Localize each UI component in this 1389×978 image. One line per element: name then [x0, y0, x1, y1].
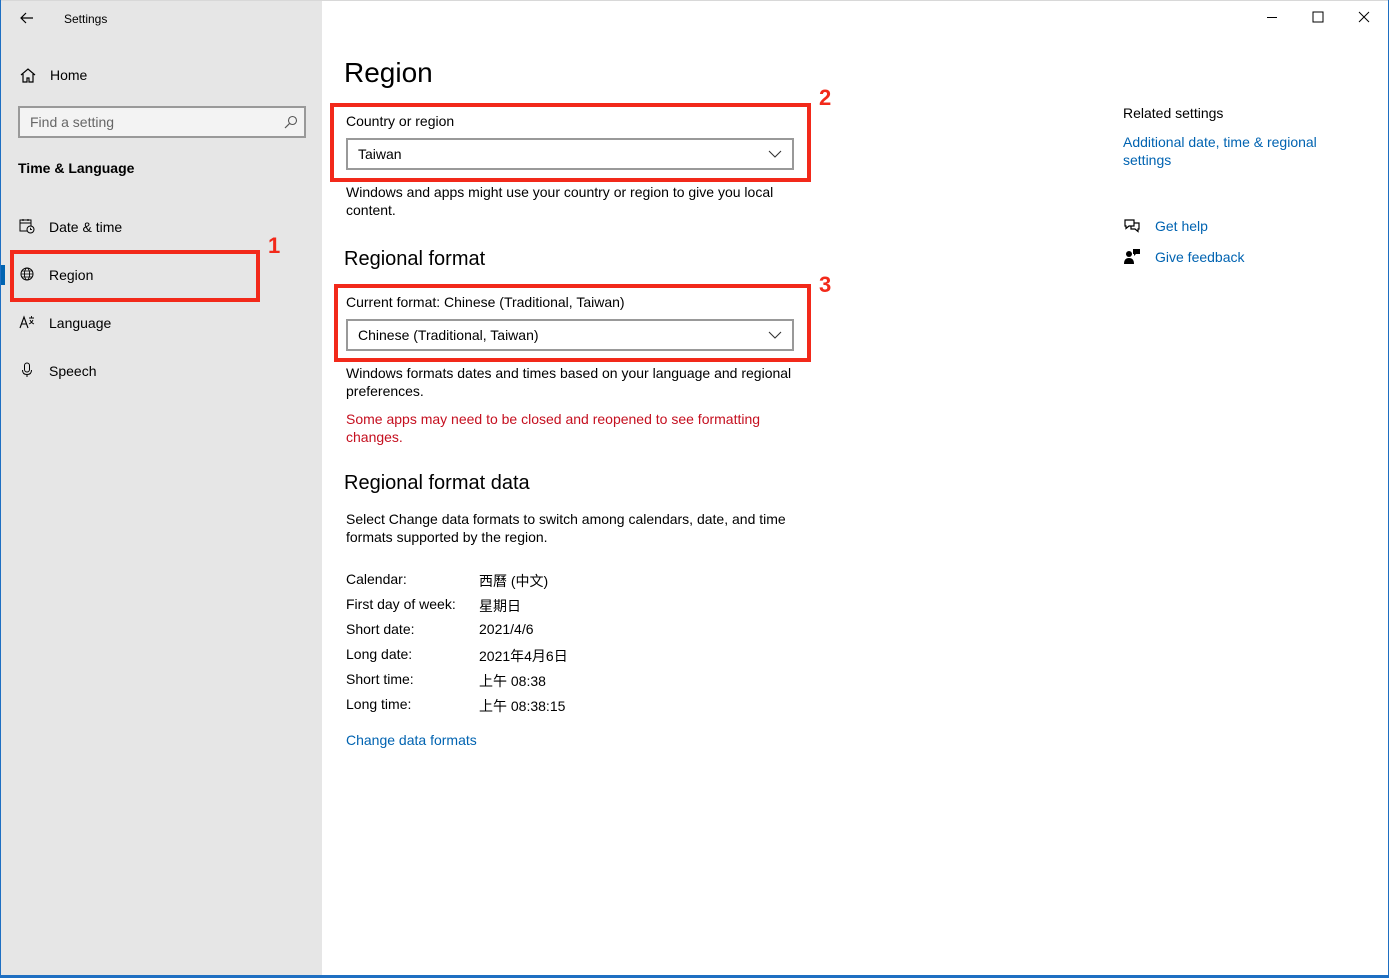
format-value: 上午 08:38	[479, 673, 546, 689]
format-row-short-date: Short date: 2021/4/6	[346, 621, 646, 641]
related-settings-title: Related settings	[1123, 105, 1224, 121]
format-row-short-time: Short time: 上午 08:38	[346, 671, 646, 691]
annotation-box-1	[10, 250, 260, 302]
sidebar-item-home[interactable]: Home	[1, 57, 322, 93]
change-data-formats-link[interactable]: Change data formats	[346, 731, 546, 749]
back-arrow-icon	[20, 12, 33, 24]
minimize-icon	[1267, 17, 1277, 18]
maximize-icon	[1312, 11, 1324, 23]
back-button[interactable]	[13, 7, 41, 29]
settings-window: Settings Home Find a setting Time & Lang…	[1, 0, 1388, 975]
format-value: 上午 08:38:15	[479, 698, 566, 714]
sidebar-item-label: Speech	[49, 363, 97, 379]
format-key: Short time:	[346, 671, 414, 687]
sidebar: Settings Home Find a setting Time & Lang…	[1, 1, 322, 975]
sidebar-item-label: Date & time	[49, 219, 123, 235]
search-placeholder: Find a setting	[30, 114, 115, 130]
sidebar-item-label: Home	[50, 67, 88, 83]
format-row-first-day: First day of week: 星期日	[346, 596, 646, 616]
close-icon	[1358, 11, 1370, 23]
selection-indicator	[1, 265, 5, 285]
close-button[interactable]	[1341, 1, 1387, 33]
format-key: Short date:	[346, 621, 415, 637]
format-key: Calendar:	[346, 571, 407, 587]
format-value: 西曆 (中文)	[479, 573, 549, 589]
calendar-clock-icon	[19, 219, 35, 234]
sidebar-item-label: Language	[49, 315, 112, 331]
annotation-number-2: 2	[819, 85, 832, 110]
microphone-icon	[22, 362, 32, 377]
country-description: Windows and apps might use your country …	[346, 184, 774, 218]
language-icon	[19, 315, 35, 329]
format-data-description: Select Change data formats to switch amo…	[346, 511, 786, 545]
regional-format-heading: Regional format	[344, 248, 486, 270]
give-feedback-label: Give feedback	[1155, 249, 1245, 265]
feedback-person-icon	[1124, 249, 1140, 264]
format-data-heading: Regional format data	[344, 472, 530, 494]
maximize-button[interactable]	[1295, 1, 1341, 33]
help-chat-icon	[1124, 219, 1140, 233]
format-value: 星期日	[479, 598, 521, 614]
format-key: Long time:	[346, 696, 412, 712]
formatting-warning: Some apps may need to be closed and reop…	[346, 411, 761, 445]
format-key: Long date:	[346, 646, 413, 662]
annotation-number-3: 3	[819, 272, 832, 297]
home-icon	[20, 68, 36, 83]
annotation-box-3	[334, 284, 811, 362]
additional-settings-link[interactable]: Additional date, time & regional setting…	[1123, 133, 1343, 169]
format-row-long-date: Long date: 2021年4月6日	[346, 646, 646, 666]
get-help-link[interactable]: Get help	[1123, 215, 1323, 239]
format-value: 2021/4/6	[479, 621, 534, 637]
search-input[interactable]: Find a setting	[18, 106, 306, 138]
get-help-label: Get help	[1155, 218, 1208, 234]
section-title: Time & Language	[18, 160, 135, 176]
sidebar-item-language[interactable]: Language	[1, 303, 322, 343]
give-feedback-link[interactable]: Give feedback	[1123, 246, 1323, 270]
format-row-calendar: Calendar: 西曆 (中文)	[346, 571, 646, 591]
annotation-box-2	[330, 103, 811, 182]
format-value: 2021年4月6日	[479, 648, 568, 664]
app-title: Settings	[64, 12, 108, 26]
format-key: First day of week:	[346, 596, 456, 612]
page-title: Region	[344, 57, 433, 88]
regional-format-description: Windows formats dates and times based on…	[346, 365, 792, 399]
minimize-button[interactable]	[1249, 1, 1295, 33]
annotation-number-1: 1	[268, 233, 281, 258]
sidebar-item-speech[interactable]: Speech	[1, 351, 322, 391]
search-icon	[284, 115, 298, 129]
format-row-long-time: Long time: 上午 08:38:15	[346, 696, 646, 716]
